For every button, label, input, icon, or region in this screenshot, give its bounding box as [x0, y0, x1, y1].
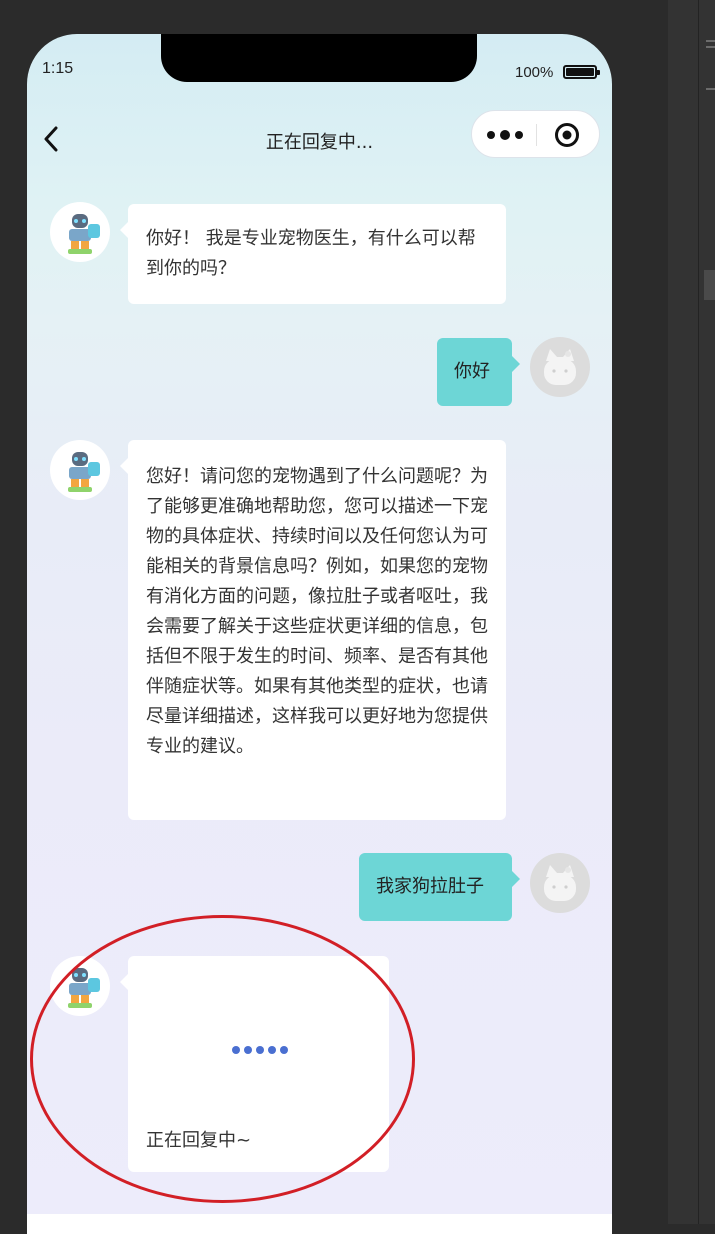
robot-doctor-avatar [68, 452, 100, 492]
chevron-left-icon [44, 126, 58, 152]
panel-divider [698, 0, 699, 1224]
bot-avatar[interactable] [50, 440, 110, 500]
battery-icon [563, 65, 600, 79]
capsule-divider [536, 124, 537, 146]
typing-indicator [232, 1044, 288, 1056]
battery-percent: 100% [515, 64, 554, 81]
more-dots-icon [487, 130, 523, 140]
robot-doctor-avatar [68, 968, 100, 1008]
message-text: 你好！ 我是专业宠物医生，有什么可以帮到你的吗？ [146, 228, 476, 279]
status-time: 1:15 [42, 60, 74, 77]
close-button[interactable] [554, 122, 580, 148]
panel-glyph [706, 88, 715, 90]
target-close-icon [555, 123, 579, 147]
panel-glyph [706, 46, 715, 48]
page-title: 正在回复中... [265, 132, 374, 153]
typing-label: 正在回复中~ [146, 1130, 252, 1151]
typing-bubble: 正在回复中~ [120, 956, 389, 1172]
panel-glyph [706, 40, 715, 42]
panel-scroll-marker[interactable] [704, 270, 715, 300]
message-text: 你好 [454, 361, 490, 382]
bot-avatar[interactable] [50, 956, 110, 1016]
devtools-side-panel [668, 0, 715, 1224]
message-text: 您好！请问您的宠物遇到了什么问题呢？为了能够更准确地帮助您，您可以描述一下宠物的… [146, 466, 488, 757]
bot-message: 你好！ 我是专业宠物医生，有什么可以帮到你的吗？ [120, 204, 506, 304]
robot-doctor-avatar [68, 214, 100, 254]
cat-avatar [544, 349, 576, 385]
user-message: 你好 [437, 338, 520, 406]
cat-avatar [544, 865, 576, 901]
bot-avatar[interactable] [50, 202, 110, 262]
back-button[interactable] [39, 124, 63, 154]
more-button[interactable] [486, 123, 524, 147]
bot-message: 您好！请问您的宠物遇到了什么问题呢？为了能够更准确地帮助您，您可以描述一下宠物的… [120, 440, 506, 820]
user-avatar[interactable] [530, 337, 590, 397]
input-bar [27, 1214, 612, 1234]
user-avatar[interactable] [530, 853, 590, 913]
phone-frame: 1:15 100% 正在回复中... 你好！ 我是专业宠物医生，有什么可以帮到你… [27, 34, 612, 1234]
message-text: 我家狗拉肚子 [376, 876, 484, 897]
notch [161, 34, 477, 82]
user-message: 我家狗拉肚子 [359, 853, 520, 921]
mini-program-capsule [471, 110, 600, 158]
